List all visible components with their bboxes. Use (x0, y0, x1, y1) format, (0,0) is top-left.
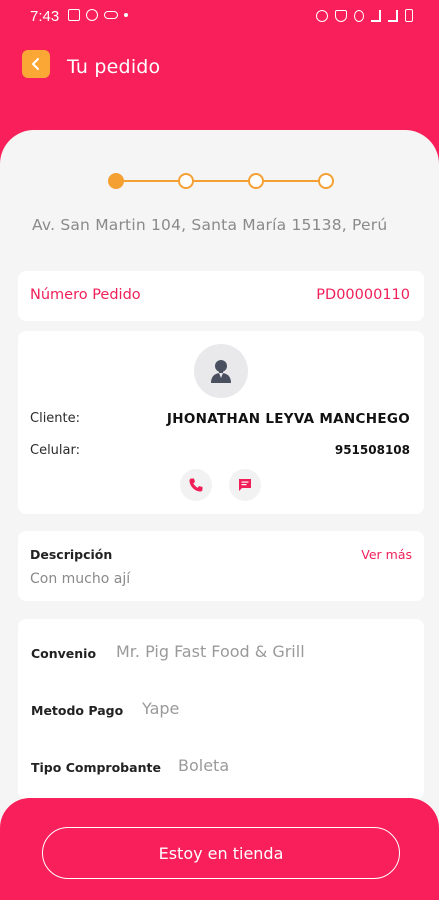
receipt-type-value: Boleta (178, 756, 230, 775)
order-number-value: PD00000110 (316, 287, 410, 303)
description-card: Descripción Ver más Con mucho ají (18, 531, 424, 601)
see-more-link[interactable]: Ver más (361, 547, 412, 562)
bottom-action-bar: Estoy en tienda (0, 798, 439, 900)
status-bar: 7:43 (0, 0, 439, 34)
signal-icon (388, 9, 398, 22)
message-icon (239, 479, 251, 491)
convenio-label: Convenio (31, 646, 97, 661)
in-store-button[interactable]: Estoy en tienda (42, 827, 400, 879)
call-button[interactable] (180, 469, 212, 501)
image-icon (68, 9, 80, 21)
step-2 (178, 173, 194, 189)
message-button[interactable] (229, 469, 261, 501)
whatsapp-icon (86, 9, 98, 21)
step-1 (108, 173, 124, 189)
back-button[interactable] (22, 50, 50, 78)
progress-stepper (108, 172, 338, 190)
dot-icon (124, 13, 128, 17)
app-header: Tu pedido (0, 44, 439, 94)
client-label: Cliente: (30, 411, 81, 426)
step-4 (318, 173, 334, 189)
user-icon (211, 360, 231, 383)
mute-icon (335, 9, 347, 22)
alarm-icon (316, 9, 328, 22)
order-number-label: Número Pedido (30, 287, 141, 303)
voicemail-icon (104, 11, 118, 19)
receipt-type-label: Tipo Comprobante (31, 760, 161, 775)
description-text: Con mucho ají (30, 571, 131, 587)
status-time: 7:43 (30, 8, 60, 25)
avatar (194, 344, 248, 398)
client-name: JHONATHAN LEYVA MANCHEGO (166, 411, 410, 427)
convenio-value: Mr. Pig Fast Food & Grill (116, 642, 305, 661)
client-card: Cliente: JHONATHAN LEYVA MANCHEGO Celula… (18, 331, 424, 514)
wifi-icon (371, 9, 381, 22)
location-icon (354, 9, 364, 22)
page-title: Tu pedido (67, 56, 161, 78)
order-info-card: Convenio Mr. Pig Fast Food & Grill Metod… (18, 619, 424, 799)
battery-icon (405, 9, 413, 22)
stepper-line (116, 180, 330, 182)
phone-number: 951508108 (334, 443, 410, 457)
order-number-card: Número Pedido PD00000110 (18, 271, 424, 321)
order-sheet: Av. San Martin 104, Santa María 15138, P… (0, 130, 439, 830)
chevron-left-icon (32, 58, 39, 70)
phone-label: Celular: (30, 443, 81, 458)
description-label: Descripción (30, 547, 113, 562)
payment-method-value: Yape (142, 699, 180, 718)
delivery-address: Av. San Martin 104, Santa María 15138, P… (32, 216, 388, 234)
phone-icon (189, 478, 203, 492)
step-3 (248, 173, 264, 189)
payment-method-label: Metodo Pago (31, 703, 124, 718)
